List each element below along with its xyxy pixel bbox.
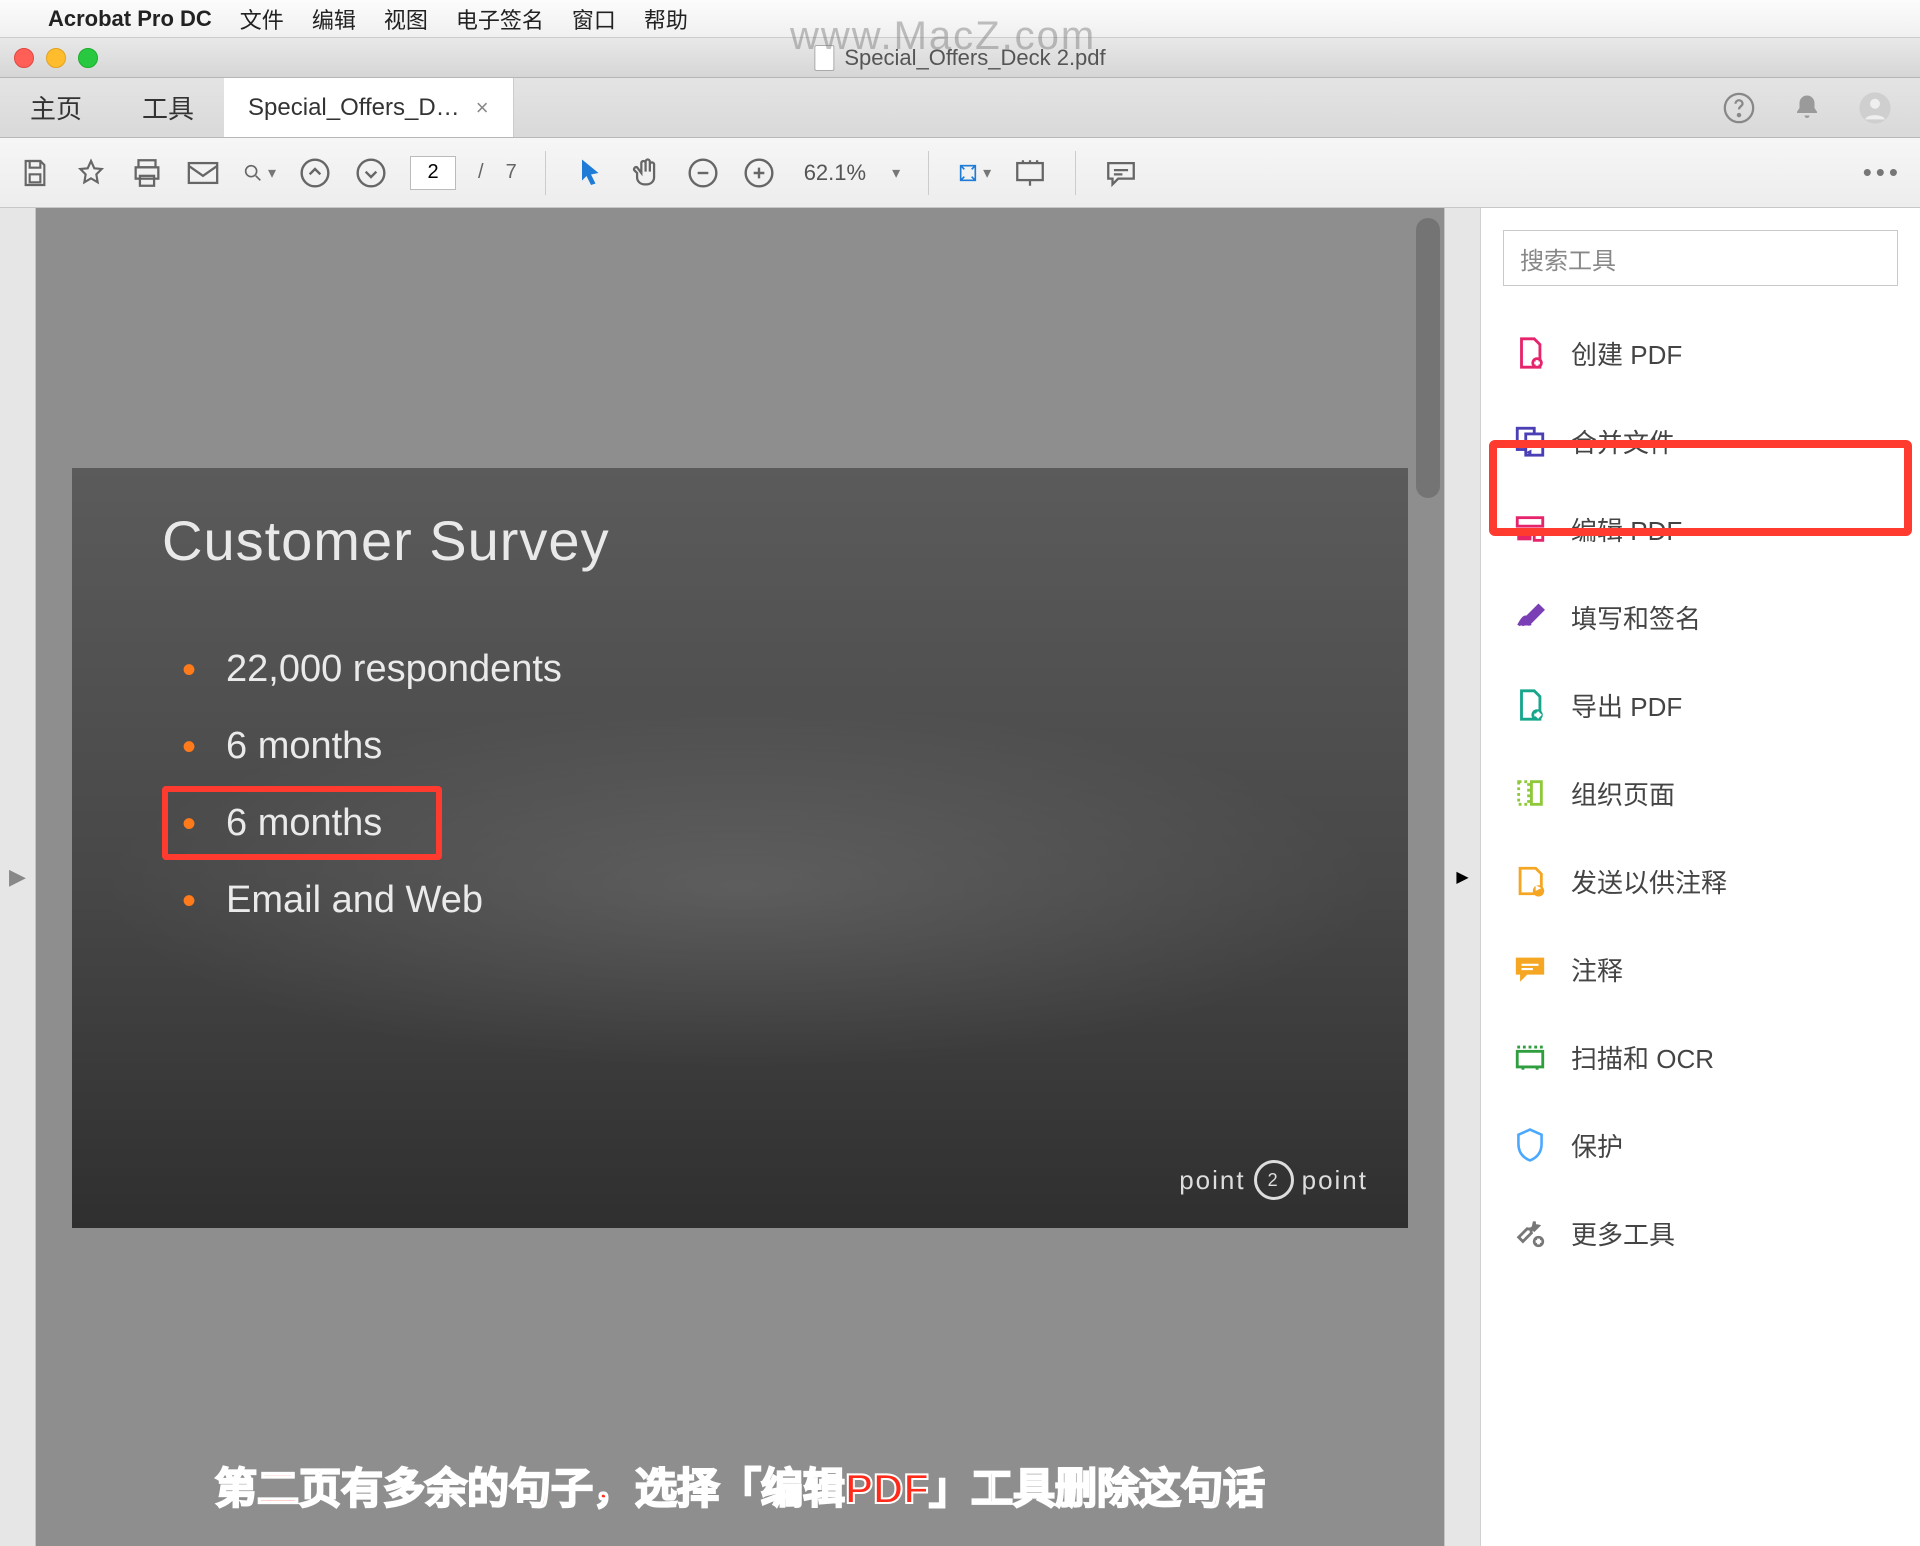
page-up-icon[interactable] [298, 156, 332, 190]
app-name[interactable]: Acrobat Pro DC [48, 6, 212, 32]
menu-sign[interactable]: 电子签名 [456, 3, 544, 35]
brand-circle-icon: 2 [1254, 1160, 1294, 1200]
tabs-row: 主页 工具 Special_Offers_D… × [0, 78, 1920, 138]
toolbar: ▾ / 7 62.1% ▾ ▾ ••• [0, 138, 1920, 208]
tool-label: 导出 PDF [1571, 687, 1682, 724]
edit-pdf-icon [1511, 510, 1549, 548]
bullet-item: Email and Web [182, 879, 562, 922]
more-tools-icon [1511, 1214, 1549, 1252]
tool-label: 创建 PDF [1571, 335, 1682, 372]
comment-icon[interactable] [1104, 156, 1138, 190]
menu-window[interactable]: 窗口 [572, 3, 616, 35]
combine-icon [1511, 422, 1549, 460]
menu-help[interactable]: 帮助 [644, 3, 688, 35]
window-close-button[interactable] [14, 48, 34, 68]
bullet-item: 6 months [182, 725, 562, 768]
right-nav-rail[interactable]: ▶ [1444, 208, 1480, 1546]
tool-create-pdf[interactable]: 创建 PDF [1503, 324, 1898, 382]
comment-tool-icon [1511, 950, 1549, 988]
left-nav-rail[interactable]: ▶ [0, 208, 36, 1546]
window-minimize-button[interactable] [46, 48, 66, 68]
window-maximize-button[interactable] [78, 48, 98, 68]
mac-menubar: Acrobat Pro DC 文件 编辑 视图 电子签名 窗口 帮助 [0, 0, 1920, 38]
scan-ocr-icon [1511, 1038, 1549, 1076]
traffic-lights [14, 48, 98, 68]
export-pdf-icon [1511, 686, 1549, 724]
tab-home[interactable]: 主页 [0, 78, 112, 137]
tool-protect[interactable]: 保护 [1503, 1116, 1898, 1174]
tool-label: 发送以供注释 [1571, 863, 1727, 900]
page-display-icon[interactable] [1013, 156, 1047, 190]
tools-search-input[interactable]: 搜索工具 [1503, 230, 1898, 286]
tab-tools[interactable]: 工具 [112, 78, 224, 137]
pointer-icon[interactable] [574, 156, 608, 190]
page-number-input[interactable] [410, 156, 456, 190]
tool-more-tools[interactable]: 更多工具 [1503, 1204, 1898, 1262]
document-viewport[interactable]: Customer Survey 22,000 respondents 6 mon… [36, 208, 1444, 1546]
star-icon[interactable] [74, 156, 108, 190]
hand-icon[interactable] [630, 156, 664, 190]
tool-scan-ocr[interactable]: 扫描和 OCR [1503, 1028, 1898, 1086]
create-pdf-icon [1511, 334, 1549, 372]
chevron-right-icon: ▶ [1456, 867, 1468, 887]
file-icon [814, 45, 834, 71]
tool-label: 组织页面 [1571, 775, 1675, 812]
tool-edit-pdf[interactable]: 编辑 PDF [1503, 500, 1898, 558]
tab-document[interactable]: Special_Offers_D… × [224, 78, 514, 137]
send-review-icon [1511, 862, 1549, 900]
zoom-in-icon[interactable] [742, 156, 776, 190]
search-icon[interactable]: ▾ [242, 156, 276, 190]
tools-panel: 搜索工具 创建 PDF 合并文件 编辑 PDF 填写和签名 导出 PDF 组织页… [1480, 208, 1920, 1546]
tool-combine[interactable]: 合并文件 [1503, 412, 1898, 470]
bullet-item: 22,000 respondents [182, 648, 562, 691]
more-icon[interactable]: ••• [1863, 157, 1902, 188]
window-title: Special_Offers_Deck 2.pdf [844, 45, 1105, 71]
search-placeholder: 搜索工具 [1520, 241, 1616, 276]
slide-brand: point 2 point [1179, 1160, 1368, 1200]
annotation-highlight-bullet [162, 786, 442, 860]
tool-send-review[interactable]: 发送以供注释 [1503, 852, 1898, 910]
tab-close-icon[interactable]: × [476, 95, 489, 121]
window-titlebar: Special_Offers_Deck 2.pdf [0, 38, 1920, 78]
brand-text: point [1302, 1165, 1368, 1196]
slide-title: Customer Survey [162, 508, 610, 573]
page-content: Customer Survey 22,000 respondents 6 mon… [72, 468, 1408, 1228]
bell-icon[interactable] [1790, 91, 1824, 125]
tool-label: 保护 [1571, 1127, 1623, 1164]
help-icon[interactable] [1722, 91, 1756, 125]
page-sep: / [478, 161, 484, 184]
fill-sign-icon [1511, 598, 1549, 636]
scrollbar[interactable] [1416, 218, 1440, 498]
mail-icon[interactable] [186, 156, 220, 190]
organize-icon [1511, 774, 1549, 812]
tool-label: 更多工具 [1571, 1215, 1675, 1252]
tool-comment[interactable]: 注释 [1503, 940, 1898, 998]
menu-edit[interactable]: 编辑 [312, 3, 356, 35]
instruction-caption: 第二页有多余的句子，选择「编辑PDF」工具删除这句话 [215, 1455, 1265, 1516]
tool-label: 合并文件 [1571, 423, 1675, 460]
tool-export-pdf[interactable]: 导出 PDF [1503, 676, 1898, 734]
tool-organize[interactable]: 组织页面 [1503, 764, 1898, 822]
zoom-out-icon[interactable] [686, 156, 720, 190]
brand-text: point [1179, 1165, 1245, 1196]
tool-label: 编辑 PDF [1571, 511, 1682, 548]
print-icon[interactable] [130, 156, 164, 190]
tab-document-label: Special_Offers_D… [248, 94, 460, 122]
menu-view[interactable]: 视图 [384, 3, 428, 35]
zoom-value[interactable]: 62.1% [804, 160, 866, 186]
fit-page-icon[interactable]: ▾ [957, 156, 991, 190]
tool-label: 填写和签名 [1571, 599, 1701, 636]
page-down-icon[interactable] [354, 156, 388, 190]
main-area: ▶ Customer Survey 22,000 respondents 6 m… [0, 208, 1920, 1546]
menu-file[interactable]: 文件 [240, 3, 284, 35]
tool-label: 注释 [1571, 951, 1623, 988]
save-icon[interactable] [18, 156, 52, 190]
protect-icon [1511, 1126, 1549, 1164]
tool-label: 扫描和 OCR [1571, 1039, 1714, 1076]
chevron-right-icon: ▶ [9, 864, 26, 890]
zoom-dropdown-icon[interactable]: ▾ [892, 163, 900, 183]
tool-fill-sign[interactable]: 填写和签名 [1503, 588, 1898, 646]
account-icon[interactable] [1858, 91, 1892, 125]
page-total: 7 [506, 161, 517, 184]
